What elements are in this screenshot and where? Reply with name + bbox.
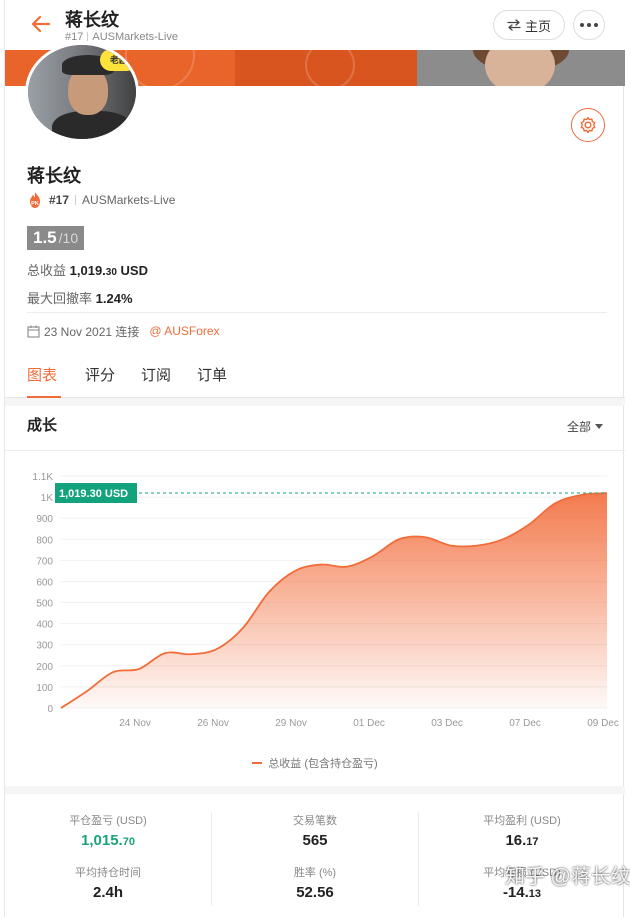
- range-filter-label: 全部: [567, 420, 592, 434]
- header-account: AUSMarkets-Live: [92, 31, 178, 43]
- stat-value: 52.56: [296, 884, 334, 901]
- stat-avg-profit: 平均盈利 (USD) 16.17: [419, 812, 625, 849]
- profile-rank: #17: [49, 193, 70, 207]
- last-value-label: 1,019.30 USD: [59, 488, 128, 500]
- top-header: 蒋长纹 #17 AUSMarkets-Live 主页: [5, 0, 625, 50]
- y-tick-label: 200: [36, 662, 53, 673]
- stat-value: 565: [302, 832, 328, 849]
- profile-divider: [27, 312, 607, 313]
- stats-summary: 平仓盈亏 (USD) 1,015.70 交易笔数 565 平均盈利 (USD) …: [5, 804, 625, 914]
- y-tick-label: 600: [36, 577, 53, 588]
- x-tick-label: 09 Dec: [587, 718, 619, 729]
- swap-icon: [507, 19, 521, 31]
- stat-value: 2.4h: [92, 884, 123, 901]
- section-gap: [5, 398, 625, 406]
- total-profit: 总收益 1,019.30 USD: [27, 260, 148, 279]
- stat-value: 16.17: [505, 832, 539, 849]
- stat-label: 平均盈利 (USD): [483, 815, 561, 827]
- calendar-icon: [27, 325, 40, 338]
- total-profit-label: 总收益: [27, 263, 67, 278]
- stat-label: 平仓盈亏 (USD): [69, 815, 147, 827]
- stat-label: 平均持仓时间: [75, 867, 141, 879]
- more-dot-icon: [594, 23, 598, 27]
- y-tick-label: 800: [36, 535, 53, 546]
- join-date: 23 Nov 2021 连接: [44, 324, 140, 339]
- y-tick-label: 1.1K: [32, 472, 53, 483]
- more-dot-icon: [580, 23, 584, 27]
- chart-legend[interactable]: 总收益 (包含持仓盈亏): [5, 755, 625, 771]
- total-profit-unit: USD: [120, 263, 148, 278]
- max-drawdown: 最大回撤率 1.24%: [27, 288, 133, 307]
- tab-chart[interactable]: 图表: [27, 364, 57, 385]
- tab-rating[interactable]: 评分: [85, 364, 115, 385]
- total-profit-int: 1,019.: [69, 263, 106, 278]
- score-max: /10: [58, 230, 79, 246]
- watermark: 知乎 @蒋长纹: [505, 866, 630, 888]
- y-tick-label: 0: [47, 704, 53, 715]
- profile-rank-row: PK #17 AUSMarkets-Live: [27, 191, 175, 209]
- stat-trades: 交易笔数 565: [212, 812, 418, 849]
- more-options-button[interactable]: [573, 10, 605, 40]
- score-badge: 1.5 /10: [27, 226, 85, 250]
- y-tick-label: 300: [36, 641, 53, 652]
- y-tick-label: 700: [36, 556, 53, 567]
- avatar-body: [52, 111, 132, 139]
- gear-icon: [580, 116, 596, 134]
- pk-flame-icon: PK: [30, 192, 40, 208]
- settings-button[interactable]: [571, 108, 605, 142]
- x-tick-label: 24 Nov: [119, 718, 151, 729]
- x-tick-label: 07 Dec: [509, 718, 541, 729]
- stat-avg-hold: 平均持仓时间 2.4h: [5, 864, 211, 901]
- legend-swatch: [252, 762, 263, 764]
- x-tick-label: 01 Dec: [353, 718, 385, 729]
- avatar-badge: 老欧: [100, 49, 136, 71]
- stat-closed-pl: 平仓盈亏 (USD) 1,015.70: [5, 812, 211, 849]
- stat-win-rate: 胜率 (%) 52.56: [212, 864, 418, 901]
- tab-bar: 图表 评分 订阅 订单: [5, 356, 625, 398]
- chevron-down-icon: [595, 424, 604, 429]
- growth-title: 成长: [27, 417, 58, 434]
- avatar[interactable]: 老欧: [25, 42, 139, 142]
- x-tick-label: 03 Dec: [431, 718, 463, 729]
- x-tick-label: 29 Nov: [275, 718, 307, 729]
- score-value: 1.5: [33, 228, 57, 247]
- profile-name: 蒋长纹: [27, 166, 81, 186]
- section-gap: [5, 786, 625, 794]
- broker-link[interactable]: @ AUSForex: [149, 324, 219, 338]
- legend-label: 总收益 (包含持仓盈亏): [268, 758, 378, 770]
- growth-chart: 0 100 200 300 400 500 600 700 800 900 1K 1.1K 24 No…: [32, 472, 619, 729]
- y-tick-label: 900: [36, 514, 53, 525]
- svg-text:PK: PK: [31, 201, 39, 207]
- home-button[interactable]: 主页: [493, 10, 565, 40]
- stat-label: 胜率 (%): [293, 867, 337, 879]
- back-arrow-icon[interactable]: [29, 12, 53, 36]
- y-tick-label: 1K: [41, 493, 54, 504]
- range-filter-dropdown[interactable]: 全部: [567, 418, 604, 435]
- drawdown-label: 最大回撤率: [27, 291, 93, 306]
- tab-orders[interactable]: 订单: [197, 364, 227, 385]
- section-divider: [5, 450, 625, 451]
- stat-value: 1,015.70: [81, 832, 135, 849]
- home-button-label: 主页: [524, 18, 551, 34]
- total-profit-cents: 30: [105, 267, 117, 278]
- y-tick-label: 100: [36, 683, 53, 694]
- header-title: 蒋长纹: [65, 10, 119, 30]
- stat-label: 交易笔数: [293, 815, 337, 827]
- app-frame: 蒋长纹 #17 AUSMarkets-Live 主页 老欧 蒋长纹 PK #17…: [4, 0, 630, 917]
- x-tick-label: 26 Nov: [197, 718, 229, 729]
- drawdown-value: 1.24%: [95, 291, 133, 306]
- more-dot-icon: [587, 23, 591, 27]
- y-tick-label: 500: [36, 599, 53, 610]
- tab-subscribe[interactable]: 订阅: [141, 364, 171, 385]
- join-info: 23 Nov 2021 连接 @ AUSForex: [27, 323, 220, 339]
- growth-area: [61, 493, 607, 708]
- banner-decor: [305, 50, 355, 86]
- banner-photo-face: [485, 50, 555, 86]
- y-tick-label: 400: [36, 620, 53, 631]
- profile-account: AUSMarkets-Live: [82, 193, 176, 207]
